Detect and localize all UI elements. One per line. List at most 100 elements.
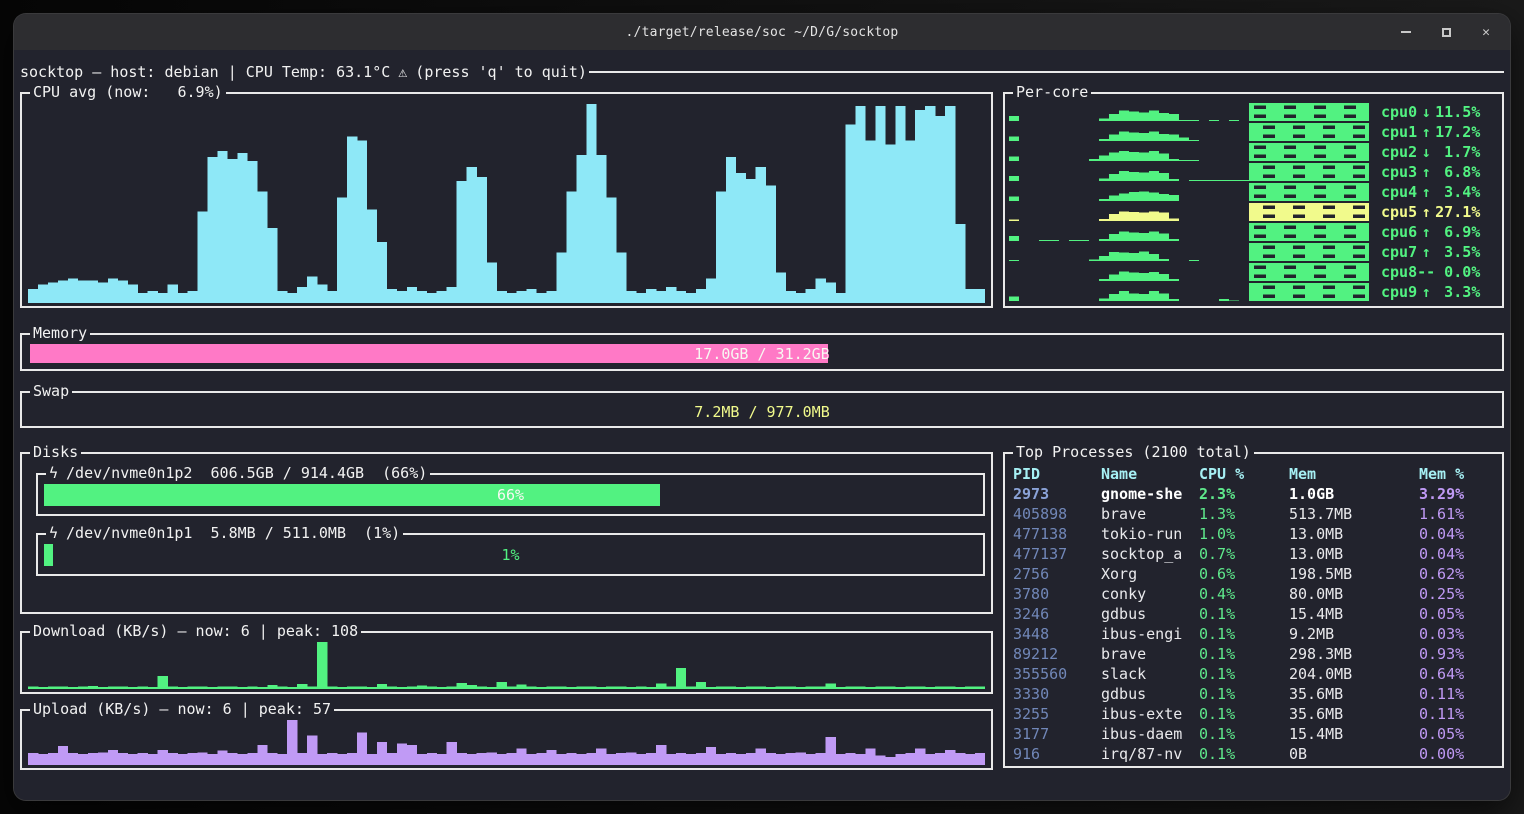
upload-panel: Upload (KB/s) — now: 6 | peak: 57 [20,709,993,770]
core-row: cpu2↓ 1.7% [1009,142,1498,162]
core-row: cpu4↑ 3.4% [1009,182,1498,202]
process-row: 355560slack0.1%204.0MB0.64% [1005,664,1502,684]
process-row: 89212brave0.1%298.3MB0.93% [1005,644,1502,664]
process-table-header: PID Name CPU % Mem Mem % [1005,464,1502,484]
header-rule [589,71,1504,73]
core-label: cpu4↑ 3.4% [1381,183,1480,201]
cpu-avg-chart [28,100,985,303]
disks-title: Disks [30,443,81,461]
core-sparkline [1009,143,1369,161]
core-row: cpu8-- 0.0% [1009,262,1498,282]
core-row: cpu0↓11.5% [1009,102,1498,122]
warning-icon: ⚠ [398,63,407,81]
gauge-fill: 1% [44,544,53,566]
core-sparkline [1009,103,1369,121]
download-chart [28,641,985,689]
core-sparkline [1009,163,1369,181]
memory-panel: Memory 17.0GB / 31.2GB17.0GB / 31.2GB [20,333,1504,371]
top-processes-title: Top Processes (2100 total) [1013,443,1254,461]
process-row: 3448ibus-engi0.1%9.2MB0.03% [1005,624,1502,644]
disk-item-title: ϟ/dev/nvme0n1p2 606.5GB / 914.4GB (66%) [46,464,430,482]
process-row: 477138tokio-run1.0%13.0MB0.04% [1005,524,1502,544]
disk-usage-gauge: 1%1% [44,544,977,566]
gauge-label: 7.2MB / 977.0MB [30,402,1494,421]
disk-icon: ϟ [49,464,58,482]
terminal-content: socktop — host: debian | CPU Temp: 63.1°… [14,50,1510,800]
close-icon[interactable]: ✕ [1478,24,1494,40]
process-row: 3330gdbus0.1%35.6MB0.11% [1005,684,1502,704]
cpu-avg-title: CPU avg (now: 6.9%) [30,83,226,101]
top-processes-panel: Top Processes (2100 total) PID Name CPU … [1003,452,1504,768]
core-label: cpu3↑ 6.8% [1381,163,1480,181]
window-controls: ✕ [1398,14,1494,50]
process-row: 3177ibus-daem0.1%15.4MB0.05% [1005,724,1502,744]
core-row: cpu5↑27.1% [1009,202,1498,222]
window-titlebar[interactable]: ./target/release/soc ~/D/G/socktop ✕ [14,14,1510,50]
disk-item-title: ϟ/dev/nvme0n1p1 5.8MB / 511.0MB (1%) [46,524,403,542]
window-title: ./target/release/soc ~/D/G/socktop [626,25,899,40]
memory-title: Memory [30,324,90,342]
core-label: cpu2↓ 1.7% [1381,143,1480,161]
disk-label: /dev/nvme0n1p1 5.8MB / 511.0MB (1%) [66,524,400,542]
disk-label: /dev/nvme0n1p2 606.5GB / 914.4GB (66%) [66,464,427,482]
cpu-avg-panel: CPU avg (now: 6.9%) [20,92,993,308]
swap-gauge: 7.2MB / 977.0MB7.2MB / 977.0MB [30,402,1494,421]
disks-panel: Disks ϟ/dev/nvme0n1p2 606.5GB / 914.4GB … [20,452,993,614]
download-panel: Download (KB/s) — now: 6 | peak: 108 [20,631,993,694]
core-label: cpu8-- 0.0% [1381,263,1480,281]
core-row: cpu7↑ 3.5% [1009,242,1498,262]
app-header: socktop — host: debian | CPU Temp: 63.1°… [20,62,1504,82]
core-sparkline [1009,243,1369,261]
core-label: cpu0↓11.5% [1381,103,1480,121]
core-sparkline [1009,123,1369,141]
core-row: cpu6↑ 6.9% [1009,222,1498,242]
process-row: 477137socktop_a0.7%13.0MB0.04% [1005,544,1502,564]
process-row: 916irq/87-nv0.1%0B0.00% [1005,744,1502,764]
core-sparkline [1009,283,1369,301]
gauge-fill: 66% [44,484,660,506]
core-row: cpu3↑ 6.8% [1009,162,1498,182]
disk-usage-gauge: 66%66% [44,484,977,506]
per-core-panel: Per-core cpu0↓11.5%cpu1↑17.2%cpu2↓ 1.7%c… [1003,92,1504,308]
process-row: 405898brave1.3%513.7MB1.61% [1005,504,1502,524]
process-table: PID Name CPU % Mem Mem % 2973gnome-she2.… [1005,464,1502,764]
disk-item: ϟ/dev/nvme0n1p1 5.8MB / 511.0MB (1%) 1%1… [36,533,985,576]
swap-panel: Swap 7.2MB / 977.0MB7.2MB / 977.0MB [20,391,1504,428]
process-row: 2756Xorg0.6%198.5MB0.62% [1005,564,1502,584]
process-row: 3780conky0.4%80.0MB0.25% [1005,584,1502,604]
col-cpu: CPU % [1199,464,1289,484]
process-row: 3255ibus-exte0.1%35.6MB0.11% [1005,704,1502,724]
col-name: Name [1101,464,1199,484]
process-row: 2973gnome-she2.3%1.0GB3.29% [1005,484,1502,504]
core-sparkline [1009,263,1369,281]
col-mem-pct: Mem % [1419,464,1502,484]
disk-item: ϟ/dev/nvme0n1p2 606.5GB / 914.4GB (66%) … [36,473,985,516]
terminal-window: ./target/release/soc ~/D/G/socktop ✕ soc… [14,14,1510,800]
swap-title: Swap [30,382,72,400]
col-pid: PID [1013,464,1101,484]
core-row: cpu9↑ 3.3% [1009,282,1498,302]
core-sparkline [1009,203,1369,221]
core-sparkline [1009,183,1369,201]
maximize-icon[interactable] [1438,24,1454,40]
quit-hint: (press 'q' to quit) [415,63,587,81]
core-row: cpu1↑17.2% [1009,122,1498,142]
core-label: cpu7↑ 3.5% [1381,243,1480,261]
per-core-title: Per-core [1013,83,1091,101]
core-label: cpu6↑ 6.9% [1381,223,1480,241]
core-sparkline [1009,223,1369,241]
col-mem: Mem [1289,464,1419,484]
core-label: cpu1↑17.2% [1381,123,1480,141]
core-label: cpu5↑27.1% [1381,203,1480,221]
per-core-rows: cpu0↓11.5% cpu1↑17.2% cpu2↓ 1.7% cpu3↑ 6.8%… [1009,102,1498,302]
download-title: Download (KB/s) — now: 6 | peak: 108 [30,622,361,640]
process-table-body: 2973gnome-she2.3%1.0GB3.29%405898brave1.… [1005,484,1502,764]
disk-icon: ϟ [49,524,58,542]
process-row: 3246gdbus0.1%15.4MB0.05% [1005,604,1502,624]
core-label: cpu9↑ 3.3% [1381,283,1480,301]
upload-title: Upload (KB/s) — now: 6 | peak: 57 [30,700,334,718]
gauge-fill: 17.0GB / 31.2GB [30,344,828,363]
minimize-icon[interactable] [1398,24,1414,40]
upload-chart [28,719,985,765]
app-header-text: socktop — host: debian | CPU Temp: 63.1°… [20,63,390,81]
